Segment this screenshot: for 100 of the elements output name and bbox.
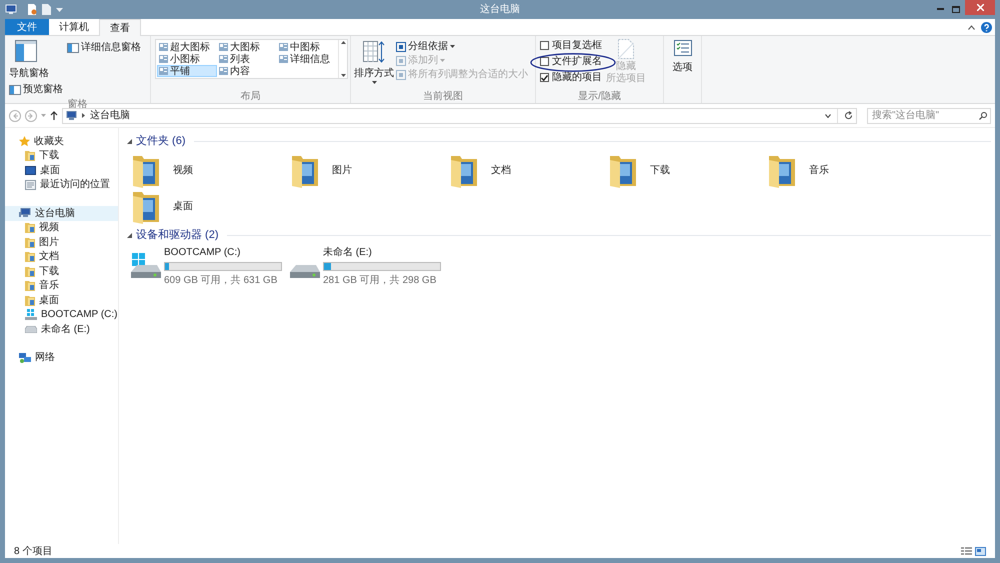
layout-option[interactable]: 大图标 bbox=[217, 41, 277, 53]
checkbox-label: 隐藏的项目 bbox=[552, 70, 602, 85]
view-icon bbox=[279, 55, 288, 63]
sidebar-item[interactable]: 文档 bbox=[5, 250, 118, 264]
recent-places-icon bbox=[25, 180, 36, 190]
ribbon-tab[interactable]: 计算机 bbox=[49, 19, 99, 35]
chevron-icon bbox=[82, 113, 85, 118]
sidebar-item[interactable]: 桌面 bbox=[5, 163, 118, 178]
dropdown-icon[interactable] bbox=[825, 114, 831, 118]
details-view-icon[interactable] bbox=[961, 546, 972, 556]
item-count: 8 个项目 bbox=[14, 544, 52, 558]
dropdown-icon bbox=[372, 81, 376, 84]
collapse-icon[interactable] bbox=[127, 232, 132, 238]
folder-icon bbox=[25, 266, 35, 277]
close-icon[interactable] bbox=[976, 4, 984, 11]
sidebar-item[interactable]: 下载 bbox=[5, 148, 118, 163]
sidebar-item[interactable]: BOOTCAMP (C:) bbox=[5, 308, 118, 322]
sidebar-item[interactable]: 网络 bbox=[5, 350, 118, 365]
view-icon bbox=[159, 55, 168, 63]
drive-icon bbox=[25, 326, 37, 333]
sidebar-item[interactable]: 视频 bbox=[5, 220, 118, 235]
drive-icon bbox=[290, 265, 320, 279]
checkbox[interactable] bbox=[540, 57, 549, 66]
folder-icon bbox=[25, 236, 35, 248]
drive-icon bbox=[25, 309, 37, 320]
folder-tile[interactable]: 图片 bbox=[290, 152, 449, 188]
sidebar-item[interactable]: 下载 bbox=[5, 264, 118, 278]
checkbox-label: 文件扩展名 bbox=[552, 54, 602, 69]
layout-option[interactable]: 小图标 bbox=[157, 53, 217, 65]
sidebar-item[interactable]: 未命名 (E:) bbox=[5, 322, 118, 336]
pane-icon bbox=[15, 40, 37, 62]
checkbox[interactable] bbox=[540, 41, 549, 50]
layout-option[interactable]: 详细信息 bbox=[277, 53, 337, 65]
view-icon bbox=[159, 43, 168, 51]
view-icon bbox=[159, 67, 168, 75]
window-title: 这台电脑 bbox=[480, 4, 520, 15]
sidebar-item[interactable]: 最近访问的位置 bbox=[5, 178, 118, 192]
drive-tile[interactable]: BOOTCAMP (C:) 609 GB 可用，共 631 GB bbox=[131, 246, 290, 286]
computer-icon bbox=[66, 110, 77, 120]
navigation-pane-button[interactable]: 导航窗格 bbox=[9, 40, 63, 81]
folder-icon bbox=[25, 150, 35, 162]
folder-icon bbox=[25, 222, 35, 234]
collapse-ribbon-icon[interactable] bbox=[968, 24, 975, 30]
help-icon[interactable] bbox=[981, 22, 992, 32]
view-icon bbox=[219, 67, 228, 75]
section-header: 文件夹 (6) bbox=[136, 134, 186, 149]
view-command[interactable]: 分组依据 bbox=[396, 40, 528, 53]
folder-icon bbox=[25, 251, 35, 262]
layout-scroll-bar[interactable] bbox=[338, 40, 347, 78]
folder-tile[interactable]: 桌面 bbox=[131, 188, 290, 224]
star-icon bbox=[19, 136, 30, 147]
sort-by-button[interactable]: 排序方式 bbox=[354, 39, 394, 89]
options-button[interactable]: 选项 bbox=[672, 40, 692, 89]
folder-tile[interactable]: 文档 bbox=[449, 152, 608, 188]
search-field[interactable]: 搜索"这台电脑" bbox=[867, 108, 991, 124]
details-pane-button[interactable]: 详细信息窗格 bbox=[67, 40, 141, 55]
sidebar-item[interactable]: 图片 bbox=[5, 235, 118, 250]
drive-tile[interactable]: 未命名 (E:) 281 GB 可用，共 298 GB bbox=[290, 246, 449, 286]
check-icon bbox=[541, 74, 548, 80]
sidebar-item[interactable]: 桌面 bbox=[5, 293, 118, 308]
sidebar-item[interactable]: 这台电脑 bbox=[5, 206, 118, 220]
layout-option[interactable]: 列表 bbox=[217, 53, 277, 65]
layout-option[interactable]: 内容 bbox=[217, 65, 277, 77]
ribbon-tab[interactable]: 文件 bbox=[5, 19, 49, 35]
preview-pane-button[interactable]: 预览窗格 bbox=[9, 82, 63, 97]
layout-option[interactable]: 超大图标 bbox=[157, 41, 217, 53]
collapse-icon[interactable] bbox=[127, 138, 132, 144]
computer-icon[interactable] bbox=[5, 4, 17, 15]
tiles-view-icon[interactable] bbox=[975, 546, 986, 556]
minimize-icon[interactable] bbox=[937, 8, 944, 11]
hidden-file-icon bbox=[618, 39, 634, 59]
layout-option[interactable]: 平铺 bbox=[157, 65, 217, 77]
folder-tile[interactable]: 音乐 bbox=[767, 152, 926, 188]
folder-tile[interactable]: 下载 bbox=[608, 152, 767, 188]
section-header: 设备和驱动器 (2) bbox=[136, 228, 218, 243]
view-icon bbox=[279, 43, 288, 51]
maximize-icon[interactable] bbox=[952, 6, 960, 13]
sidebar-item[interactable]: 收藏夹 bbox=[5, 134, 118, 148]
view-icon bbox=[219, 55, 228, 63]
up-icon[interactable] bbox=[50, 111, 58, 120]
checkbox-label: 项目复选框 bbox=[552, 38, 602, 53]
ribbon-tab[interactable]: 查看 bbox=[99, 19, 141, 36]
folder-icon bbox=[25, 280, 35, 292]
layout-option[interactable]: 中图标 bbox=[277, 41, 337, 53]
down-arrow-icon[interactable] bbox=[340, 74, 346, 77]
computer-icon bbox=[19, 208, 31, 218]
sidebar-item[interactable]: 音乐 bbox=[5, 278, 118, 293]
address-bar[interactable]: 这台电脑 bbox=[62, 108, 857, 124]
desktop-icon bbox=[25, 166, 36, 175]
search-icon[interactable] bbox=[979, 112, 987, 120]
checkbox[interactable] bbox=[540, 73, 549, 82]
network-icon bbox=[19, 352, 31, 363]
close-button[interactable] bbox=[965, 0, 995, 15]
refresh-icon[interactable] bbox=[844, 111, 853, 120]
properties-icon[interactable] bbox=[27, 4, 37, 15]
pane-icon bbox=[67, 42, 79, 52]
folder-tile[interactable]: 视频 bbox=[131, 152, 290, 188]
up-arrow-icon[interactable] bbox=[340, 41, 346, 44]
sort-icon bbox=[363, 41, 385, 63]
options-icon bbox=[674, 40, 692, 56]
